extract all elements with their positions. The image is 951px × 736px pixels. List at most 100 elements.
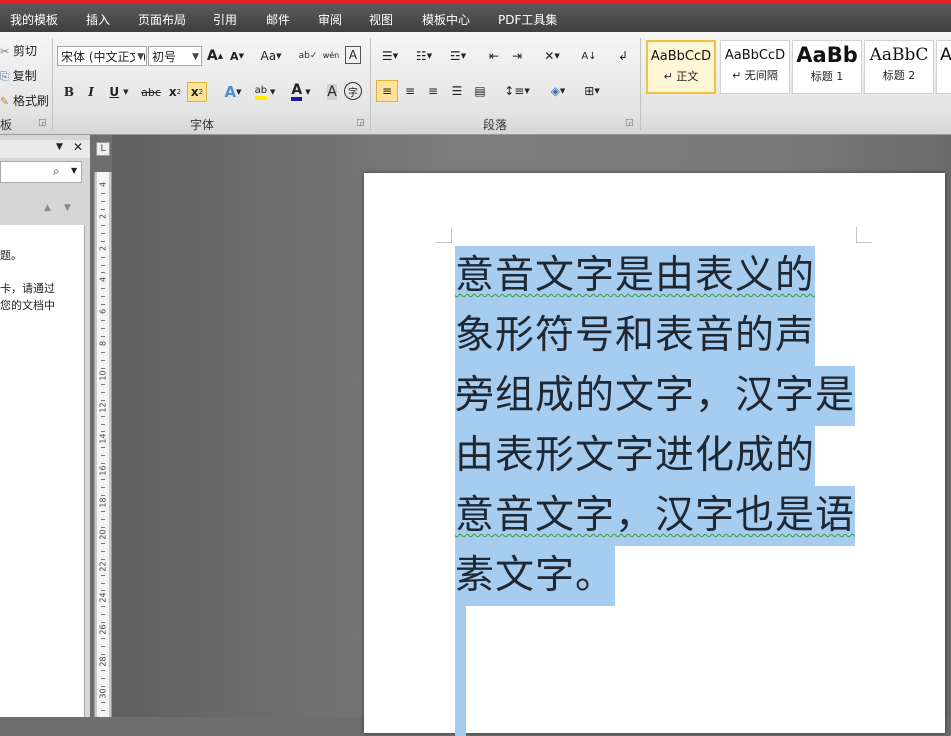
ruler-tick <box>101 391 105 393</box>
document-text-line[interactable]: 意音文字是由表义的 <box>455 246 816 306</box>
document-text-line[interactable]: 由表形文字进化成的 <box>455 426 816 486</box>
ruler-number: 4 <box>98 277 108 283</box>
tab-page-layout[interactable]: 页面布局 <box>138 11 186 28</box>
text-effect-button[interactable]: A ▼ <box>220 82 246 102</box>
tab-stop-icon: L <box>100 144 106 154</box>
format-painter-button[interactable]: ✎ 格式刷 <box>0 92 49 109</box>
numbering-button[interactable]: ☷ ▼ <box>410 46 438 66</box>
show-marks-button[interactable]: ↲ <box>613 46 633 66</box>
font-name-select[interactable]: 宋体 (中文正文) ▼ <box>57 46 147 66</box>
phonetic-button[interactable]: wén <box>321 46 341 66</box>
ruler-number: 30 <box>98 688 108 699</box>
selected-text: 意音文字是由表义的 <box>455 253 816 298</box>
tab-template-center[interactable]: 模板中心 <box>422 11 470 28</box>
chevron-down-icon[interactable]: ▼ <box>56 142 63 152</box>
enclose-char-button[interactable]: 字 <box>344 82 362 100</box>
bold-button[interactable]: B <box>59 82 79 102</box>
strikethrough-button[interactable]: abc <box>140 82 162 102</box>
align-center-icon: ≡ <box>404 84 416 98</box>
navigation-pane: ▼ ✕ ⌕ ▼ ▲ ▼ 题。 卡，请通过 您的文档中 <box>0 135 90 717</box>
shrink-font-button[interactable]: A ▼ <box>227 46 247 66</box>
align-center-button[interactable]: ≡ <box>400 81 420 101</box>
paint-bucket-icon: ◈ <box>550 84 560 98</box>
shading-button[interactable]: ◈ ▼ <box>544 81 572 101</box>
font-color-button[interactable]: A ▼ <box>286 82 316 102</box>
tab-selector-button[interactable]: L <box>96 142 110 156</box>
phonetic-guide-button[interactable]: ab✓ <box>298 46 318 66</box>
next-result-icon[interactable]: ▼ <box>64 203 71 213</box>
style-more[interactable]: A <box>936 40 951 94</box>
tab-pdf-tools[interactable]: PDF工具集 <box>498 11 557 28</box>
font-size-select[interactable]: 初号 ▼ <box>148 46 202 66</box>
cut-label: 剪切 <box>13 44 38 58</box>
bold-icon: B <box>63 85 75 99</box>
clipboard-dialog-launcher-icon[interactable]: ◲ <box>38 118 48 128</box>
change-case-button[interactable]: Aa ▼ <box>258 46 284 66</box>
distribute-icon: ▤ <box>474 84 486 98</box>
style-sample: AaBbCcD <box>650 49 712 64</box>
ruler-tick <box>101 264 105 266</box>
align-right-button[interactable]: ≡ <box>423 81 443 101</box>
char-shading-button[interactable]: A <box>322 82 342 102</box>
char-border-icon: A <box>348 48 358 62</box>
ruler-number: 2 <box>98 245 108 251</box>
ruler-tick <box>101 487 105 489</box>
document-page[interactable]: 意音文字是由表义的 象形符号和表音的声 旁组成的文字，汉字是 由表形文字进化成的… <box>364 173 945 736</box>
line-spacing-button[interactable]: ↕≡ ▼ <box>503 81 531 101</box>
tab-view[interactable]: 视图 <box>369 11 393 28</box>
ruler-tick <box>101 328 105 330</box>
chinese-layout-button[interactable]: ✕ ▼ <box>538 46 566 66</box>
font-dialog-launcher-icon[interactable]: ◲ <box>356 118 366 128</box>
previous-result-icon[interactable]: ▲ <box>44 203 51 213</box>
justify-button[interactable]: ☰ <box>447 81 467 101</box>
highlight-button[interactable]: ab ▼ <box>250 82 280 102</box>
italic-button[interactable]: I <box>81 82 101 102</box>
ruler-number: 26 <box>98 624 108 635</box>
close-icon[interactable]: ✕ <box>73 140 83 154</box>
ruler-tick <box>101 518 105 520</box>
chevron-down-icon[interactable]: ▼ <box>71 166 77 175</box>
multilevel-list-button[interactable]: ☲ ▼ <box>444 46 472 66</box>
ruler-number: 16 <box>98 465 108 476</box>
style-heading-2[interactable]: AaBbC 标题 2 <box>864 40 934 94</box>
nav-search-input[interactable]: ⌕ ▼ <box>0 161 82 183</box>
format-painter-label: 格式刷 <box>13 94 50 108</box>
style-normal[interactable]: AaBbCcD ↵ 正文 <box>646 40 716 94</box>
paragraph-dialog-launcher-icon[interactable]: ◲ <box>625 118 635 128</box>
grow-font-icon: A <box>206 48 218 64</box>
tab-insert[interactable]: 插入 <box>86 11 110 28</box>
char-border-button[interactable]: A <box>345 46 361 64</box>
tab-mailings[interactable]: 邮件 <box>266 11 290 28</box>
ruler-tick <box>101 447 105 449</box>
style-no-spacing[interactable]: AaBbCcD ↵ 无间隔 <box>720 40 790 94</box>
subscript-button[interactable]: x2 <box>165 82 185 102</box>
document-text-line[interactable]: 意音文字，汉字也是语 <box>455 486 856 546</box>
chevron-down-icon: ▼ <box>135 47 144 65</box>
tab-my-templates[interactable]: 我的模板 <box>10 11 58 28</box>
superscript-button[interactable]: x2 <box>187 82 207 102</box>
distribute-button[interactable]: ▤ <box>470 81 490 101</box>
selected-text: 旁组成的文字，汉字是 <box>455 373 856 418</box>
bullets-button[interactable]: ☰ ▼ <box>376 46 404 66</box>
group-divider <box>52 38 53 130</box>
search-icon[interactable]: ⌕ <box>53 164 60 179</box>
style-heading-1[interactable]: AaBb 标题 1 <box>792 40 862 94</box>
borders-button[interactable]: ⊞ ▼ <box>578 81 606 101</box>
tab-references[interactable]: 引用 <box>213 11 237 28</box>
document-text-line[interactable]: 象形符号和表音的声 <box>455 306 816 366</box>
document-text-line[interactable]: 素文字。 <box>455 546 616 606</box>
ruler-tick <box>101 423 105 425</box>
tab-review[interactable]: 审阅 <box>318 11 342 28</box>
align-left-button[interactable]: ≡ <box>376 80 398 102</box>
document-text-line[interactable]: 旁组成的文字，汉字是 <box>455 366 856 426</box>
enclose-char-icon: 字 <box>348 87 358 99</box>
cut-button[interactable]: ✂ 剪切 <box>0 42 37 59</box>
underline-button[interactable]: U ▼ <box>105 82 133 102</box>
increase-indent-button[interactable]: ⇥ <box>507 46 527 66</box>
selected-text: 意音文字，汉字也是语 <box>455 493 856 538</box>
copy-button[interactable]: ⎘ 复制 <box>0 67 37 84</box>
decrease-indent-button[interactable]: ⇤ <box>484 46 504 66</box>
vertical-ruler[interactable]: 4 2 2 4 6 8 10 12 14 16 18 20 22 24 26 28 30 <box>94 172 112 719</box>
grow-font-button[interactable]: A ▲ <box>205 46 225 66</box>
sort-button[interactable]: A↓ <box>579 46 599 66</box>
